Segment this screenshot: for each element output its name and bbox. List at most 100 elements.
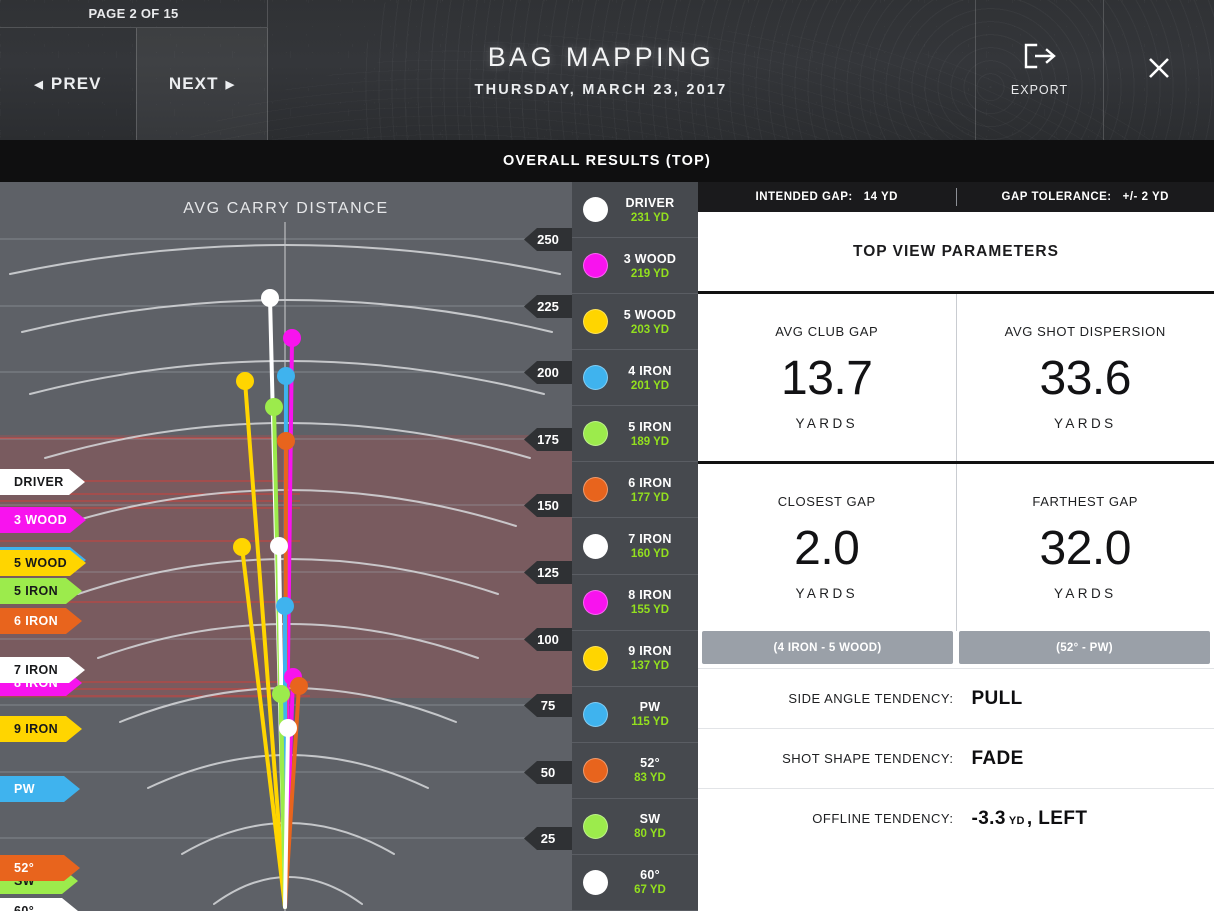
legend-color-dot [583,870,608,895]
legend-club-yards: 177 YD [608,492,692,504]
legend-club-name: 52° [608,756,692,770]
legend-club-yards: 80 YD [608,828,692,840]
side-angle-tendency-row: SIDE ANGLE TENDENCY: PULL [698,668,1214,728]
legend-item-52-degree[interactable]: 52° 83 YD [572,743,698,799]
legend-text: DRIVER 231 YD [608,196,698,224]
shot-shape-tendency-value: FADE [971,748,1023,769]
legend-club-name: 7 IRON [608,532,692,546]
legend-text: PW 115 YD [608,700,698,728]
legend-club-name: 60° [608,868,692,882]
side-angle-tendency-value: PULL [971,688,1022,709]
legend-club-name: DRIVER [608,196,692,210]
gap-tolerance-cell: GAP TOLERANCE: +/- 2 YD [957,191,1214,203]
legend-club-yards: 83 YD [608,772,692,784]
legend-item-7-iron[interactable]: 7 IRON 160 YD [572,518,698,574]
club-tag-pw[interactable]: PW [0,776,80,802]
next-page-button[interactable]: NEXT ▶ [136,28,268,140]
export-icon [1023,43,1057,74]
legend-item-9-iron[interactable]: 9 IRON 137 YD [572,631,698,687]
chart-canvas [0,182,572,911]
club-tag-driver[interactable]: DRIVER [0,469,85,495]
next-button-label: NEXT [169,74,219,94]
stat-units: YARDS [1054,586,1117,601]
club-tag-9-iron[interactable]: 9 IRON [0,716,82,742]
legend-color-dot [583,421,608,446]
offline-tendency-unit: YD [1009,815,1025,827]
close-icon [1145,54,1173,87]
stat-avg-club-gap: AVG CLUB GAP 13.7 YARDS [698,294,957,461]
legend-item-pw[interactable]: PW 115 YD [572,687,698,743]
export-button[interactable]: EXPORT [975,0,1103,140]
legend-item-driver[interactable]: DRIVER 231 YD [572,182,698,238]
tendency-value: -3.3YD, LEFT [971,808,1087,830]
export-button-label: EXPORT [1011,83,1068,97]
club-tag-6-iron[interactable]: 6 IRON [0,608,82,634]
legend-club-yards: 160 YD [608,548,692,560]
stat-value: 2.0 [794,521,859,576]
stat-value: 32.0 [1040,521,1131,576]
legend-text: 6 IRON 177 YD [608,476,698,504]
prev-button-label: PREV [51,74,102,94]
legend-item-5-wood[interactable]: 5 WOOD 203 YD [572,294,698,350]
page-title: BAG MAPPING [488,42,714,73]
tendency-value: FADE [971,748,1023,770]
header-title-block: BAG MAPPING THURSDAY, MARCH 23, 2017 [268,0,934,140]
legend-club-yards: 115 YD [608,716,692,728]
shot-dispersion-chart[interactable]: AVG CARRY DISTANCE DRIVER 3 WOOD 4 IRON … [0,182,572,911]
legend-club-yards: 137 YD [608,660,692,672]
parameters-panel: INTENDED GAP: 14 YD GAP TOLERANCE: +/- 2… [698,182,1214,911]
offline-tendency-value: -3.3 [971,808,1005,829]
intended-gap-label: INTENDED GAP: [756,191,853,203]
legend-color-dot [583,534,608,559]
club-tag-5-wood[interactable]: 5 WOOD [0,550,86,576]
tendency-label: OFFLINE TENDENCY: [698,811,971,826]
gap-tolerance-value: +/- 2 YD [1123,191,1169,203]
legend-club-name: 3 WOOD [608,252,692,266]
legend-text: 3 WOOD 219 YD [608,252,698,280]
legend-text: 7 IRON 160 YD [608,532,698,560]
tendency-label: SIDE ANGLE TENDENCY: [698,691,971,706]
legend-item-sw[interactable]: SW 80 YD [572,799,698,855]
legend-text: 8 IRON 155 YD [608,588,698,616]
stat-units: YARDS [795,586,858,601]
stat-avg-shot-dispersion: AVG SHOT DISPERSION 33.6 YARDS [957,294,1214,461]
stat-label: FARTHEST GAP [1032,494,1138,509]
legend-item-5-iron[interactable]: 5 IRON 189 YD [572,406,698,462]
legend-item-4-iron[interactable]: 4 IRON 201 YD [572,350,698,406]
legend-club-name: 8 IRON [608,588,692,602]
legend-text: 4 IRON 201 YD [608,364,698,392]
legend-text: 9 IRON 137 YD [608,644,698,672]
legend-club-yards: 155 YD [608,604,692,616]
chart-title: AVG CARRY DISTANCE [0,182,572,236]
club-tag-7-iron[interactable]: 7 IRON [0,657,85,683]
legend-club-name: 6 IRON [608,476,692,490]
next-arrow-icon: ▶ [226,78,236,91]
prev-page-button[interactable]: ◀ PREV [0,28,136,140]
legend-item-8-iron[interactable]: 8 IRON 155 YD [572,575,698,631]
panel-title: TOP VIEW PARAMETERS [698,212,1214,294]
legend-club-yards: 201 YD [608,380,692,392]
legend-club-yards: 67 YD [608,884,692,896]
legend-club-yards: 231 YD [608,212,692,224]
legend-color-dot [583,253,608,278]
legend-item-60-degree[interactable]: 60° 67 YD [572,855,698,911]
legend-color-dot [583,477,608,502]
close-button[interactable] [1103,0,1214,140]
legend-club-yards: 203 YD [608,324,692,336]
legend-item-6-iron[interactable]: 6 IRON 177 YD [572,462,698,518]
gap-settings-bar: INTENDED GAP: 14 YD GAP TOLERANCE: +/- 2… [698,182,1214,212]
offline-tendency-row: OFFLINE TENDENCY: -3.3YD, LEFT [698,788,1214,848]
club-tag-5-iron[interactable]: 5 IRON [0,578,82,604]
legend-club-name: SW [608,812,692,826]
club-tag-3-wood[interactable]: 3 WOOD [0,507,86,533]
legend-text: SW 80 YD [608,812,698,840]
club-legend-list[interactable]: DRIVER 231 YD 3 WOOD 219 YD 5 WOOD 203 Y… [572,182,698,911]
stat-label: AVG CLUB GAP [775,324,878,339]
legend-color-dot [583,758,608,783]
club-tag-52-degree[interactable]: 52° [0,855,80,881]
gap-tolerance-label: GAP TOLERANCE: [1002,191,1112,203]
legend-item-3-wood[interactable]: 3 WOOD 219 YD [572,238,698,294]
stat-value: 33.6 [1040,351,1131,406]
legend-text: 60° 67 YD [608,868,698,896]
legend-color-dot [583,702,608,727]
